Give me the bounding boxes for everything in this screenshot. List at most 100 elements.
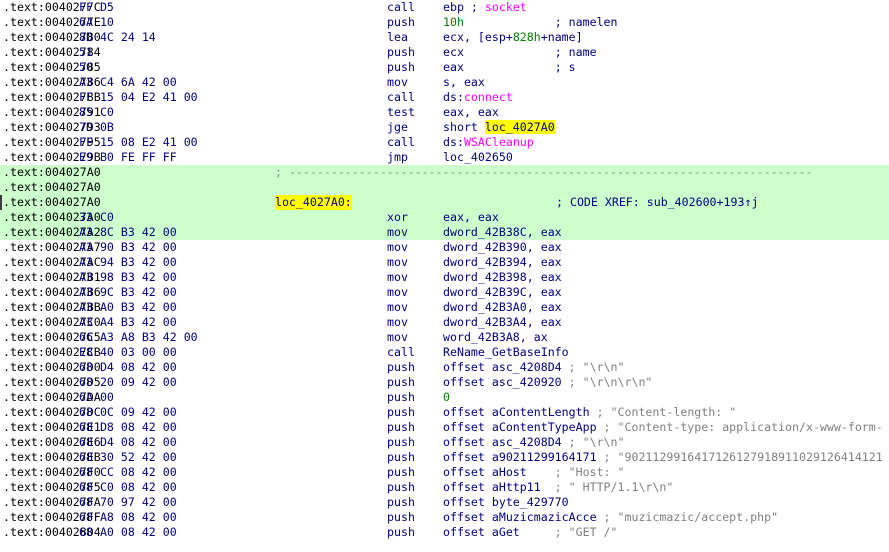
disasm-row[interactable]: .text:00402795 FF 15 08 E2 41 00 call ds:WS… <box>0 135 889 150</box>
mnemonic[interactable]: mov <box>387 240 408 255</box>
disasm-row[interactable]: .text:0040278B FF 15 04 E2 41 00 call ds:co… <box>0 90 889 105</box>
operands[interactable]: offset aContentLength ; "Content-length:… <box>443 405 736 420</box>
operands[interactable]: dword_42B3A4, eax <box>443 315 562 330</box>
operands[interactable]: ReName_GetBaseInfo <box>443 345 569 360</box>
operands[interactable]: ebp ; socket <box>443 0 527 15</box>
disasm-row[interactable]: .text:004027D5 68 20 09 42 00 push offset a… <box>0 375 889 390</box>
disasm-row[interactable]: .text:00402785 50 push eax ; s <box>0 60 889 75</box>
import-name[interactable]: socket <box>485 0 527 14</box>
mnemonic[interactable]: mov <box>387 315 408 330</box>
operands[interactable]: offset aHost ; "Host: " <box>443 465 625 480</box>
operands[interactable]: short loc_4027A0 <box>443 120 555 135</box>
disasm-row[interactable]: .text:004027FF 68 A8 08 42 00 push offset a… <box>0 510 889 525</box>
mnemonic[interactable]: mov <box>387 75 408 90</box>
disasm-row[interactable]: .text:0040277E 6A 10 push 10h ; namelen <box>0 15 889 30</box>
operands[interactable]: offset a90211299164171 ; "90211299164171… <box>443 450 883 465</box>
disasm-row[interactable]: .text:004027A2 A3 8C B3 42 00 mov dword_42B… <box>0 225 889 240</box>
disasm-row[interactable]: .text:004027CB E8 40 03 00 00 call ReName_G… <box>0 345 889 360</box>
mnemonic[interactable]: jmp <box>387 150 408 165</box>
disasm-row[interactable]: .text:00402780 8D 4C 24 14 lea ecx, [esp+82… <box>0 30 889 45</box>
operands[interactable]: offset asc_4208D4 ; "\r\n" <box>443 360 625 375</box>
operands[interactable]: dword_42B394, eax <box>443 255 562 270</box>
mnemonic[interactable]: push <box>387 45 415 60</box>
operands[interactable]: word_42B3A8, ax <box>443 330 548 345</box>
disasm-row[interactable]: .text:004027A0 33 C0 xor eax, eax <box>0 210 889 225</box>
import-name[interactable]: connect <box>464 90 513 104</box>
operands[interactable]: ds:WSACleanup <box>443 135 534 150</box>
mnemonic[interactable]: mov <box>387 225 408 240</box>
operands[interactable]: dword_42B398, eax <box>443 270 562 285</box>
xref-comment[interactable]: ; CODE XREF: sub_402600+193↑j <box>556 195 758 210</box>
disasm-row[interactable]: .text:0040279B E9 B0 FE FF FF jmp loc_40265… <box>0 150 889 165</box>
operands[interactable]: dword_42B38C, eax <box>443 225 562 240</box>
operands[interactable]: ecx ; name <box>443 45 597 60</box>
mnemonic[interactable]: xor <box>387 210 408 225</box>
disasm-row[interactable]: .text:004027A0 <box>0 180 889 195</box>
mnemonic[interactable]: push <box>387 360 415 375</box>
disassembly-listing[interactable]: .text:0040277C FF D5 call ebp ; socket .text… <box>0 0 889 552</box>
operands[interactable]: loc_402650 <box>443 150 513 165</box>
address[interactable]: .text:004027A0 <box>3 165 101 180</box>
disasm-row[interactable]: .text:00402804 68 A0 08 42 00 push offset a… <box>0 525 889 540</box>
disasm-row[interactable]: .text:004027E1 68 D8 08 42 00 push offset a… <box>0 420 889 435</box>
disasm-row[interactable]: .text:004027BB A3 A0 B3 42 00 mov dword_42B… <box>0 300 889 315</box>
mnemonic[interactable]: jge <box>387 120 408 135</box>
disasm-row[interactable]: .text:004027F0 68 CC 08 42 00 push offset a… <box>0 465 889 480</box>
operands[interactable]: s, eax <box>443 75 485 90</box>
operands[interactable]: eax ; s <box>443 60 576 75</box>
mnemonic[interactable]: push <box>387 510 415 525</box>
mnemonic[interactable]: lea <box>387 30 408 45</box>
disasm-row[interactable]: .text:004027DA 6A 00 push 0 <box>0 390 889 405</box>
address[interactable]: .text:004027A0 <box>3 195 101 210</box>
mnemonic[interactable]: mov <box>387 300 408 315</box>
operands[interactable]: eax, eax <box>443 105 499 120</box>
operands[interactable]: offset aHttp11 ; " HTTP/1.1\r\n" <box>443 480 673 495</box>
mnemonic[interactable]: push <box>387 390 415 405</box>
disasm-row[interactable]: .text:00402784 51 push ecx ; name <box>0 45 889 60</box>
disasm-row[interactable]: .text:004027EB 68 30 52 42 00 push offset a… <box>0 450 889 465</box>
disasm-row[interactable]: .text:004027B1 A3 98 B3 42 00 mov dword_42B… <box>0 270 889 285</box>
disasm-row[interactable]: .text:004027AC A3 94 B3 42 00 mov dword_42B… <box>0 255 889 270</box>
code-label[interactable]: loc_4027A0: <box>275 195 352 210</box>
mnemonic[interactable]: call <box>387 345 415 360</box>
disasm-row[interactable]: .text:004027FA 68 70 97 42 00 push offset b… <box>0 495 889 510</box>
mnemonic[interactable]: push <box>387 450 415 465</box>
operands[interactable]: dword_42B39C, eax <box>443 285 562 300</box>
disasm-row[interactable]: .text:004027E6 68 D4 08 42 00 push offset a… <box>0 435 889 450</box>
mnemonic[interactable]: mov <box>387 330 408 345</box>
operands[interactable]: ds:connect <box>443 90 513 105</box>
address[interactable]: .text:004027A0 <box>3 180 101 195</box>
disasm-row[interactable]: .text:00402793 7D 0B jge short loc_4027A0 <box>0 120 889 135</box>
disasm-row[interactable]: .text:004027B6 A3 9C B3 42 00 mov dword_42B… <box>0 285 889 300</box>
disasm-row[interactable]: .text:00402791 85 C0 test eax, eax <box>0 105 889 120</box>
mnemonic[interactable]: push <box>387 465 415 480</box>
operands[interactable]: eax, eax <box>443 210 499 225</box>
mnemonic[interactable]: push <box>387 405 415 420</box>
disasm-row[interactable]: .text:004027C0 A3 A4 B3 42 00 mov dword_42B… <box>0 315 889 330</box>
mnemonic[interactable]: push <box>387 60 415 75</box>
operands[interactable]: 0 <box>443 390 450 405</box>
mnemonic[interactable]: mov <box>387 255 408 270</box>
mnemonic[interactable]: push <box>387 375 415 390</box>
disasm-row[interactable]: .text:0040277C FF D5 call ebp ; socket <box>0 0 889 15</box>
disasm-row[interactable]: .text:004027F5 68 C0 08 42 00 push offset a… <box>0 480 889 495</box>
mnemonic[interactable]: push <box>387 15 415 30</box>
operands[interactable]: dword_42B390, eax <box>443 240 562 255</box>
operands[interactable]: ecx, [esp+828h+name] <box>443 30 583 45</box>
operands[interactable]: offset byte_429770 <box>443 495 569 510</box>
mnemonic[interactable]: push <box>387 435 415 450</box>
label-reference[interactable]: loc_4027A0 <box>484 120 555 134</box>
disasm-row[interactable]: .text:004027C5 66 A3 A8 B3 42 00 mov word_4… <box>0 330 889 345</box>
import-name[interactable]: WSACleanup <box>464 135 534 149</box>
disasm-row[interactable]: .text:004027A0 ; ------------------------… <box>0 165 889 180</box>
disasm-row[interactable]: .text:004027A0 loc_4027A0: ; CODE XREF: su… <box>0 195 889 210</box>
operands[interactable]: offset asc_4208D4 ; "\r\n" <box>443 435 625 450</box>
operands[interactable]: offset asc_420920 ; "\r\n\r\n" <box>443 375 652 390</box>
mnemonic[interactable]: push <box>387 525 415 540</box>
mnemonic[interactable]: mov <box>387 285 408 300</box>
disasm-row[interactable]: .text:004027D0 68 D4 08 42 00 push offset a… <box>0 360 889 375</box>
disasm-row[interactable]: .text:004027A7 A3 90 B3 42 00 mov dword_42B… <box>0 240 889 255</box>
mnemonic[interactable]: push <box>387 480 415 495</box>
mnemonic[interactable]: call <box>387 90 415 105</box>
disasm-row[interactable]: .text:00402786 A3 C4 6A 42 00 mov s, eax <box>0 75 889 90</box>
